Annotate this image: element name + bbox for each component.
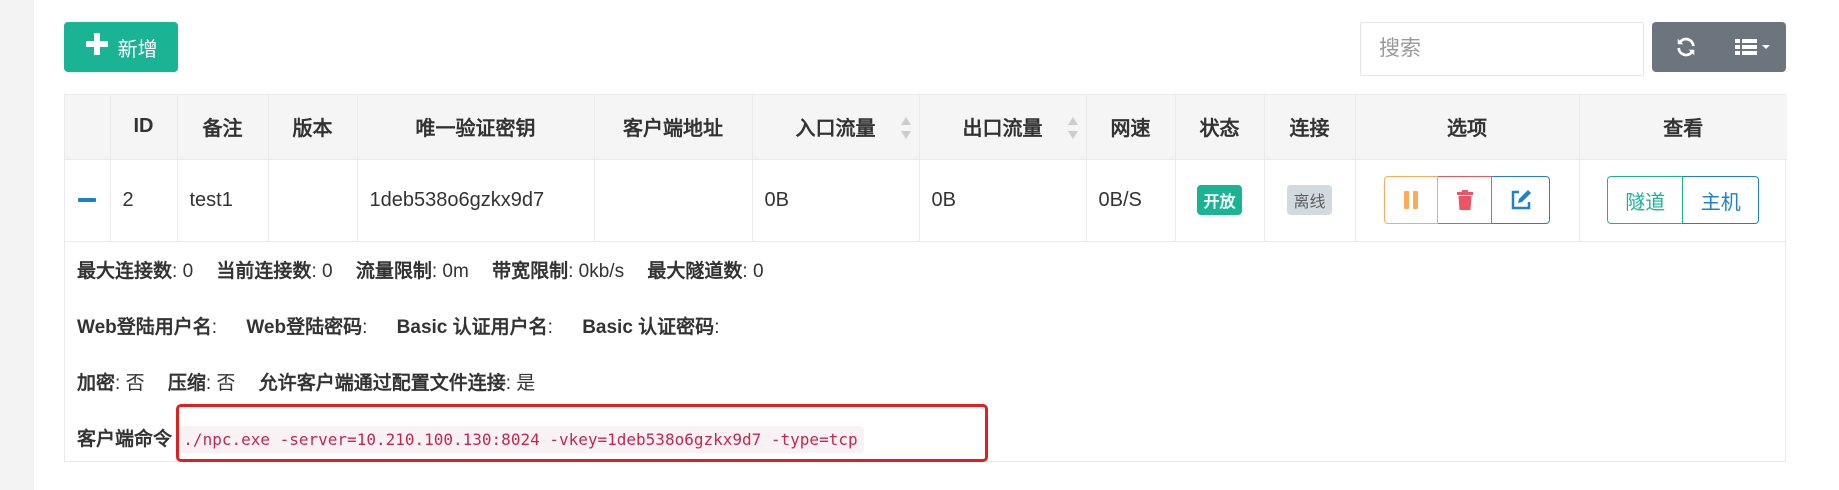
compress: 压缩: 否 xyxy=(167,372,236,394)
edit-icon xyxy=(1511,190,1531,210)
cell-id: 2 xyxy=(110,159,178,242)
max-conn: 最大连接数: 0 xyxy=(77,260,194,282)
list-columns-icon xyxy=(1734,39,1770,55)
highlight-box xyxy=(176,404,988,462)
header-status[interactable]: 状态 xyxy=(1175,95,1265,160)
config-conn: 允许客户端通过配置文件连接: 是 xyxy=(258,372,536,394)
sort-icon xyxy=(1067,117,1078,139)
plus-icon: ✚ xyxy=(84,28,110,62)
view-host-button[interactable]: 主机 xyxy=(1683,176,1760,224)
detail-line-flags: 加密: 否 压缩: 否 允许客户端通过配置文件连接: 是 xyxy=(77,368,553,395)
trash-icon xyxy=(1456,190,1473,210)
minus-icon xyxy=(78,198,97,202)
cell-status: 开放 xyxy=(1175,159,1265,242)
header-remark[interactable]: 备注 xyxy=(177,95,269,160)
detail-line-auth: Web登陆用户名: Web登陆密码: Basic 认证用户名: Basic 认证… xyxy=(77,312,737,339)
max-tunnel: 最大隧道数: 0 xyxy=(647,260,764,282)
cell-out-flow: 0B xyxy=(919,159,1087,242)
refresh-icon xyxy=(1676,37,1695,57)
edit-button[interactable] xyxy=(1492,176,1550,224)
header-speed[interactable]: 网速 xyxy=(1086,95,1176,160)
header-out-flow-label: 出口流量 xyxy=(962,118,1043,141)
collapse-toggle[interactable] xyxy=(65,159,111,242)
header-id[interactable]: ID xyxy=(110,95,178,160)
cell-client-address xyxy=(594,159,753,242)
detail-line-limits: 最大连接数: 0 当前连接数: 0 流量限制: 0m 带宽限制: 0kb/s 最… xyxy=(77,256,782,283)
cell-version xyxy=(268,159,358,242)
delete-button[interactable] xyxy=(1438,176,1492,224)
cell-view: 隧道 主机 xyxy=(1579,159,1788,242)
header-out-flow[interactable]: 出口流量 xyxy=(919,95,1087,160)
status-badge: 开放 xyxy=(1197,185,1242,215)
options-button-group xyxy=(1356,176,1579,224)
pause-icon xyxy=(1404,191,1418,209)
view-button-group: 隧道 主机 xyxy=(1580,176,1788,224)
cell-vkey: 1deb538o6gzkx9d7 xyxy=(357,159,595,242)
table-header-row: ID 备注 版本 唯一验证密钥 客户端地址 入口流量 出口流量 网速 状态 连接… xyxy=(65,95,1787,160)
cell-options xyxy=(1355,159,1580,242)
header-vkey[interactable]: 唯一验证密钥 xyxy=(357,95,595,160)
cell-in-flow: 0B xyxy=(752,159,920,242)
refresh-button[interactable] xyxy=(1652,22,1719,72)
header-expand xyxy=(65,95,111,160)
table-toolbar-buttons xyxy=(1652,22,1786,72)
add-button[interactable]: ✚ 新增 xyxy=(64,22,178,72)
header-connection[interactable]: 连接 xyxy=(1264,95,1356,160)
view-tunnel-button[interactable]: 隧道 xyxy=(1607,176,1684,224)
connection-badge: 离线 xyxy=(1287,185,1332,215)
flow-limit: 流量限制: 0m xyxy=(355,260,469,282)
cell-speed: 0B/S xyxy=(1086,159,1176,242)
table-row: 2 test1 1deb538o6gzkx9d7 0B 0B 0B/S 开放 离… xyxy=(65,159,1788,242)
crypt: 加密: 否 xyxy=(77,372,145,394)
cur-conn: 当前连接数: 0 xyxy=(216,260,333,282)
search-input[interactable] xyxy=(1360,22,1644,76)
header-client-address[interactable]: 客户端地址 xyxy=(594,95,753,160)
cell-remark: test1 xyxy=(177,159,269,242)
web-user: Web登陆用户名: xyxy=(77,316,218,338)
add-button-label: 新增 xyxy=(117,38,158,61)
basic-pass: Basic 认证密码: xyxy=(582,316,720,338)
header-in-flow-label: 入口流量 xyxy=(795,118,876,141)
header-in-flow[interactable]: 入口流量 xyxy=(752,95,920,160)
web-pass: Web登陆密码: xyxy=(246,316,368,338)
header-view: 查看 xyxy=(1579,95,1787,160)
basic-user: Basic 认证用户名: xyxy=(396,316,553,338)
cell-connection: 离线 xyxy=(1264,159,1356,242)
rate-limit: 带宽限制: 0kb/s xyxy=(492,260,625,282)
command-label: 客户端命令 xyxy=(77,428,173,450)
header-options: 选项 xyxy=(1355,95,1580,160)
sort-icon xyxy=(900,117,911,139)
header-version[interactable]: 版本 xyxy=(268,95,358,160)
columns-toggle-button[interactable] xyxy=(1719,22,1786,72)
pause-button[interactable] xyxy=(1384,176,1438,224)
